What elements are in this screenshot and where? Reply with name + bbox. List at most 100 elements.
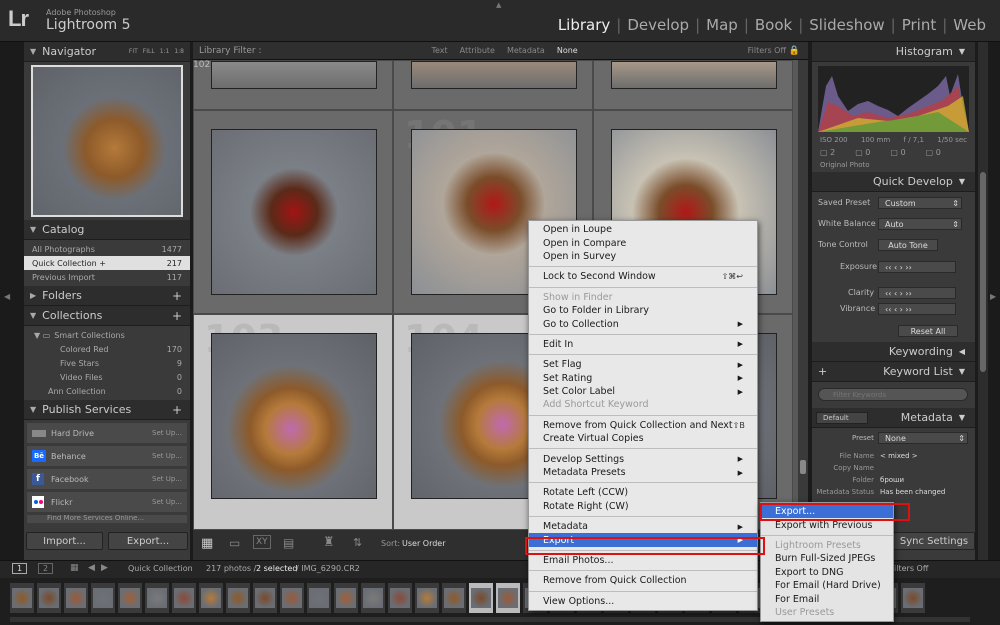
right-scroll-thumb[interactable]: [980, 172, 986, 372]
collection-colored-red[interactable]: Colored Red 170: [24, 342, 190, 356]
publish-behance[interactable]: Bē Behance Set Up...: [27, 446, 187, 466]
menu-item-develop-settings[interactable]: Develop Settings ▶: [529, 452, 757, 465]
filter-metadata[interactable]: Metadata: [507, 46, 545, 55]
module-print[interactable]: Print: [896, 16, 943, 34]
quick-develop-header[interactable]: Quick Develop ▼: [812, 172, 975, 192]
right-scrollbar[interactable]: [978, 42, 988, 562]
white-balance-dropdown[interactable]: Auto ⇕: [878, 218, 962, 230]
find-more-services[interactable]: Find More Services Online...: [27, 515, 187, 523]
grid-shortcut-icon[interactable]: ▦: [70, 563, 79, 573]
filter-none[interactable]: None: [557, 46, 578, 55]
grid-scrollbar[interactable]: [798, 60, 808, 530]
vibrance-stepper[interactable]: ‹‹ ‹ › ››: [878, 303, 956, 315]
submenu-item-export-to-dng[interactable]: Export to DNG: [761, 566, 893, 579]
filmstrip-thumbnail[interactable]: [253, 583, 277, 613]
filmstrip-thumbnail[interactable]: [226, 583, 250, 613]
submenu-item-burn-full-sized-jpegs[interactable]: Burn Full-Sized JPEGs: [761, 552, 893, 565]
zoom-1-1[interactable]: 1:1: [160, 48, 170, 55]
filmstrip-filters[interactable]: Filters Off: [890, 564, 928, 573]
zoom-fit[interactable]: FIT: [129, 48, 138, 55]
menu-item-email-photos[interactable]: Email Photos...: [529, 554, 757, 567]
lock-icon[interactable]: 🔒: [789, 46, 800, 56]
menu-item-remove-from-quick-collection[interactable]: Remove from Quick Collection: [529, 574, 757, 587]
collection-video-files[interactable]: Video Files 0: [24, 370, 190, 384]
reset-all-button[interactable]: Reset All: [898, 325, 958, 337]
publish-hard-drive[interactable]: Hard Drive Set Up...: [27, 423, 187, 443]
module-develop[interactable]: Develop: [621, 16, 695, 34]
menu-item-open-in-loupe[interactable]: Open in Loupe: [529, 223, 757, 236]
metadata-preset-dropdown[interactable]: None ⇕: [878, 432, 968, 444]
sort-dropdown[interactable]: User Order: [402, 539, 446, 548]
publish-services-header[interactable]: ▼ Publish Services +: [24, 400, 190, 420]
navigator-preview[interactable]: [24, 62, 190, 220]
module-map[interactable]: Map: [700, 16, 744, 34]
grid-cell[interactable]: [593, 60, 793, 110]
left-panel-toggle-icon[interactable]: ◀: [4, 292, 10, 301]
publish-facebook[interactable]: f Facebook Set Up...: [27, 469, 187, 489]
menu-item-rotate-right-cw[interactable]: Rotate Right (CW): [529, 500, 757, 513]
menu-item-view-options[interactable]: View Options...: [529, 595, 757, 608]
menu-item-go-to-folder-in-library[interactable]: Go to Folder in Library: [529, 304, 757, 317]
filmstrip-thumbnail[interactable]: [442, 583, 466, 613]
filmstrip-thumbnail[interactable]: [199, 583, 223, 613]
filmstrip-thumbnail[interactable]: [37, 583, 61, 613]
right-panel-toggle-icon[interactable]: ▶: [990, 292, 996, 301]
submenu-item-for-email[interactable]: For Email: [761, 592, 893, 605]
filmstrip-thumbnail[interactable]: [280, 583, 304, 613]
filmstrip-source[interactable]: Quick Collection: [128, 564, 193, 573]
menu-item-create-virtual-copies[interactable]: Create Virtual Copies: [529, 432, 757, 445]
metadata-header[interactable]: Default Metadata ▼: [812, 408, 975, 428]
module-slideshow[interactable]: Slideshow: [803, 16, 890, 34]
grid-cell[interactable]: [193, 60, 393, 110]
menu-item-edit-in[interactable]: Edit In ▶: [529, 338, 757, 351]
auto-tone-button[interactable]: Auto Tone: [878, 239, 938, 251]
add-publish-service-icon[interactable]: +: [172, 403, 182, 417]
filmstrip-thumbnail[interactable]: [145, 583, 169, 613]
top-panel-toggle-icon[interactable]: ▲: [496, 1, 501, 9]
filmstrip-thumbnail[interactable]: [307, 583, 331, 613]
collection-ann[interactable]: Ann Collection 0: [24, 384, 190, 398]
filmstrip-thumbnail[interactable]: [361, 583, 385, 613]
grid-scroll-thumb[interactable]: [800, 460, 806, 474]
menu-item-lock-to-second-window[interactable]: Lock to Second Window ⇧⌘↩: [529, 270, 757, 283]
clarity-stepper[interactable]: ‹‹ ‹ › ››: [878, 287, 956, 299]
filmstrip-thumbnail[interactable]: [496, 583, 520, 613]
zoom-fill[interactable]: FILL: [143, 48, 155, 55]
export-button[interactable]: Export...: [108, 532, 188, 550]
zoom-1-8[interactable]: 1:8: [174, 48, 184, 55]
folders-header[interactable]: ▶ Folders +: [24, 286, 190, 306]
exposure-stepper[interactable]: ‹‹ ‹ › ››: [878, 261, 956, 273]
forward-arrow-icon[interactable]: ▶: [101, 563, 108, 573]
menu-item-metadata[interactable]: Metadata ▶: [529, 520, 757, 533]
submenu-item-for-email-hard-drive[interactable]: For Email (Hard Drive): [761, 579, 893, 592]
painter-icon[interactable]: ♜: [323, 535, 335, 550]
menu-item-set-flag[interactable]: Set Flag ▶: [529, 358, 757, 371]
grid-view-icon[interactable]: ▦: [201, 536, 213, 551]
menu-item-rotate-left-ccw[interactable]: Rotate Left (CCW): [529, 486, 757, 499]
filmstrip-thumbnail[interactable]: [172, 583, 196, 613]
filmstrip-thumbnail[interactable]: [10, 583, 34, 613]
filter-text[interactable]: Text: [431, 46, 447, 55]
grid-cell-selected[interactable]: 103: [193, 314, 393, 530]
metadata-set-dropdown[interactable]: Default: [816, 412, 868, 424]
filmstrip-thumbnail[interactable]: [388, 583, 412, 613]
sync-settings-button[interactable]: Sync Settings: [893, 532, 975, 550]
filmstrip-thumbnail[interactable]: [469, 583, 493, 613]
monitor-2-button[interactable]: 2: [38, 563, 54, 574]
navigator-header[interactable]: ▼ Navigator FIT FILL 1:1 1:8: [24, 42, 190, 62]
module-web[interactable]: Web: [947, 16, 992, 34]
filmstrip-thumbnail[interactable]: [118, 583, 142, 613]
collections-header[interactable]: ▼ Collections +: [24, 306, 190, 326]
back-arrow-icon[interactable]: ◀: [88, 563, 95, 573]
compare-view-icon[interactable]: XY: [253, 535, 271, 549]
catalog-item-previous-import[interactable]: Previous Import 117: [24, 270, 190, 284]
module-library[interactable]: Library: [552, 16, 616, 34]
publish-flickr[interactable]: Flickr Set Up...: [27, 492, 187, 512]
monitor-1-button[interactable]: 1: [12, 563, 28, 574]
saved-preset-dropdown[interactable]: Custom ⇕: [878, 197, 962, 209]
survey-view-icon[interactable]: ▤: [283, 536, 294, 550]
filmstrip-thumbnail[interactable]: [415, 583, 439, 613]
filmstrip-thumbnail[interactable]: [64, 583, 88, 613]
grid-cell[interactable]: [193, 110, 393, 314]
add-keyword-icon[interactable]: +: [818, 365, 827, 378]
